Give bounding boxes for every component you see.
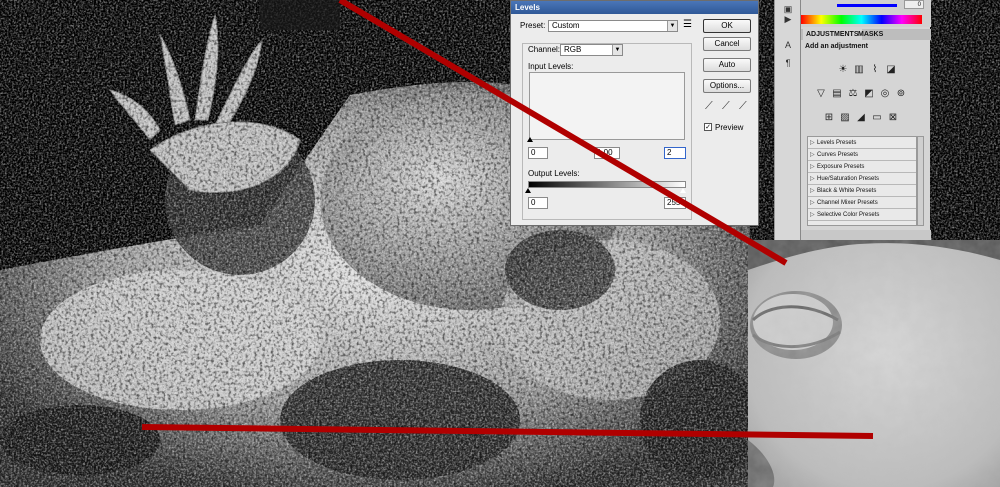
output-white-field[interactable]: 255 (664, 197, 686, 209)
ok-button[interactable]: OK (703, 19, 751, 33)
chevron-down-icon: ▼ (612, 45, 622, 55)
triangle-right-icon: ▷ (810, 188, 815, 194)
channel-mixer-icon[interactable]: ⊚ (895, 88, 907, 100)
tab-masks[interactable]: MASKS (855, 29, 886, 40)
input-black-field[interactable]: 0 (528, 147, 548, 159)
preview-label: Preview (715, 123, 744, 132)
triangle-right-icon: ▷ (810, 152, 815, 158)
black-eyedropper-icon[interactable]: ⟋ (705, 100, 713, 113)
gray-eyedropper-icon[interactable]: ⟋ (722, 100, 730, 113)
auto-button[interactable]: Auto (703, 58, 751, 72)
cancel-button[interactable]: Cancel (703, 37, 751, 51)
exposure-icon[interactable]: ◪ (885, 64, 897, 76)
list-item[interactable]: ▷ Channel Mixer Presets (808, 197, 916, 209)
options-button[interactable]: Options... (703, 79, 751, 93)
history-icon[interactable]: ▣ (782, 4, 794, 14)
panel-dock-strip: ▣ ▶ A ¶ (774, 0, 800, 240)
preview-checkbox[interactable]: ✓ (704, 123, 712, 131)
list-item[interactable]: ▷ Hue/Saturation Presets (808, 173, 916, 185)
channel-select[interactable]: RGB ▼ (560, 44, 623, 56)
output-black-slider[interactable] (525, 188, 531, 193)
panel-tabs: ADJUSTMENTS MASKS (801, 29, 931, 40)
preset-label: Black & White Presets (817, 188, 877, 194)
preset-label: Channel Mixer Presets (817, 200, 878, 206)
selective-color-icon[interactable]: ⊠ (887, 112, 899, 124)
adjustments-panel: 0 ADJUSTMENTS MASKS Add an adjustment ☀ … (800, 0, 931, 240)
triangle-right-icon: ▷ (810, 212, 815, 218)
vibrance-icon[interactable]: ▽ (815, 88, 827, 100)
brightness-icon[interactable]: ☀ (837, 64, 849, 76)
histogram (529, 72, 685, 140)
invert-icon[interactable]: ⊞ (823, 112, 835, 124)
panel-footer (801, 230, 931, 240)
color-spectrum[interactable] (801, 15, 922, 24)
paragraph-icon[interactable]: ¶ (782, 58, 794, 68)
black-white-icon[interactable]: ◩ (863, 88, 875, 100)
tab-adjustments[interactable]: ADJUSTMENTS (803, 29, 862, 40)
list-item[interactable]: ▷ Exposure Presets (808, 161, 916, 173)
input-levels-label: Input Levels: (528, 62, 574, 71)
gradient-map-icon[interactable]: ▭ (871, 112, 883, 124)
posterize-icon[interactable]: ▨ (839, 112, 851, 124)
output-black-field[interactable]: 0 (528, 197, 548, 209)
preset-label: Selective Color Presets (817, 212, 880, 218)
triangle-right-icon: ▷ (810, 164, 815, 170)
blue-value-field[interactable]: 0 (904, 0, 924, 9)
preset-menu-icon[interactable]: ☰ (683, 19, 692, 30)
list-item[interactable]: ▷ Black & White Presets (808, 185, 916, 197)
triangle-right-icon: ▷ (810, 200, 815, 206)
list-item[interactable]: ▷ Levels Presets (808, 137, 916, 149)
preset-label: Curves Presets (817, 152, 859, 158)
preset-label: Hue/Saturation Presets (817, 176, 880, 182)
list-item[interactable]: ▷ Selective Color Presets (808, 209, 916, 221)
input-white-field[interactable]: 2 (664, 147, 686, 159)
hue-saturation-icon[interactable]: ▤ (831, 88, 843, 100)
render-inset (748, 240, 1000, 487)
threshold-icon[interactable]: ◢ (855, 112, 867, 124)
color-balance-icon[interactable]: ⚖ (847, 88, 859, 100)
photo-filter-icon[interactable]: ◎ (879, 88, 891, 100)
preset-select[interactable]: Custom ▼ (548, 20, 678, 32)
output-white-slider[interactable] (680, 188, 686, 193)
preset-label: Preset: (520, 21, 546, 30)
output-levels-label: Output Levels: (528, 169, 580, 178)
levels-icon[interactable]: ▥ (853, 64, 865, 76)
play-icon[interactable]: ▶ (782, 14, 794, 24)
blue-slider[interactable] (837, 4, 897, 7)
triangle-right-icon: ▷ (810, 140, 815, 146)
input-black-slider[interactable] (527, 137, 533, 142)
list-item[interactable]: ▷ Curves Presets (808, 149, 916, 161)
preset-label: Exposure Presets (817, 164, 865, 170)
add-adjustment-heading: Add an adjustment (805, 43, 869, 50)
presets-list: ▷ Levels Presets ▷ Curves Presets ▷ Exposur… (807, 136, 917, 226)
character-icon[interactable]: A (782, 40, 794, 50)
preset-label: Levels Presets (817, 140, 857, 146)
channel-value: RGB (564, 45, 582, 54)
white-eyedropper-icon[interactable]: ⟋ (739, 100, 747, 113)
presets-scrollbar[interactable] (917, 136, 924, 226)
dialog-title[interactable]: Levels (511, 1, 758, 14)
input-gamma-field[interactable]: 1,00 (594, 147, 620, 159)
color-panel: 0 (801, 0, 931, 27)
channel-label: Channel: (528, 45, 561, 54)
chevron-down-icon: ▼ (667, 21, 677, 31)
curves-icon[interactable]: ⌇ (869, 64, 881, 76)
preset-value: Custom (552, 21, 580, 30)
triangle-right-icon: ▷ (810, 176, 815, 182)
output-gradient (528, 181, 686, 188)
